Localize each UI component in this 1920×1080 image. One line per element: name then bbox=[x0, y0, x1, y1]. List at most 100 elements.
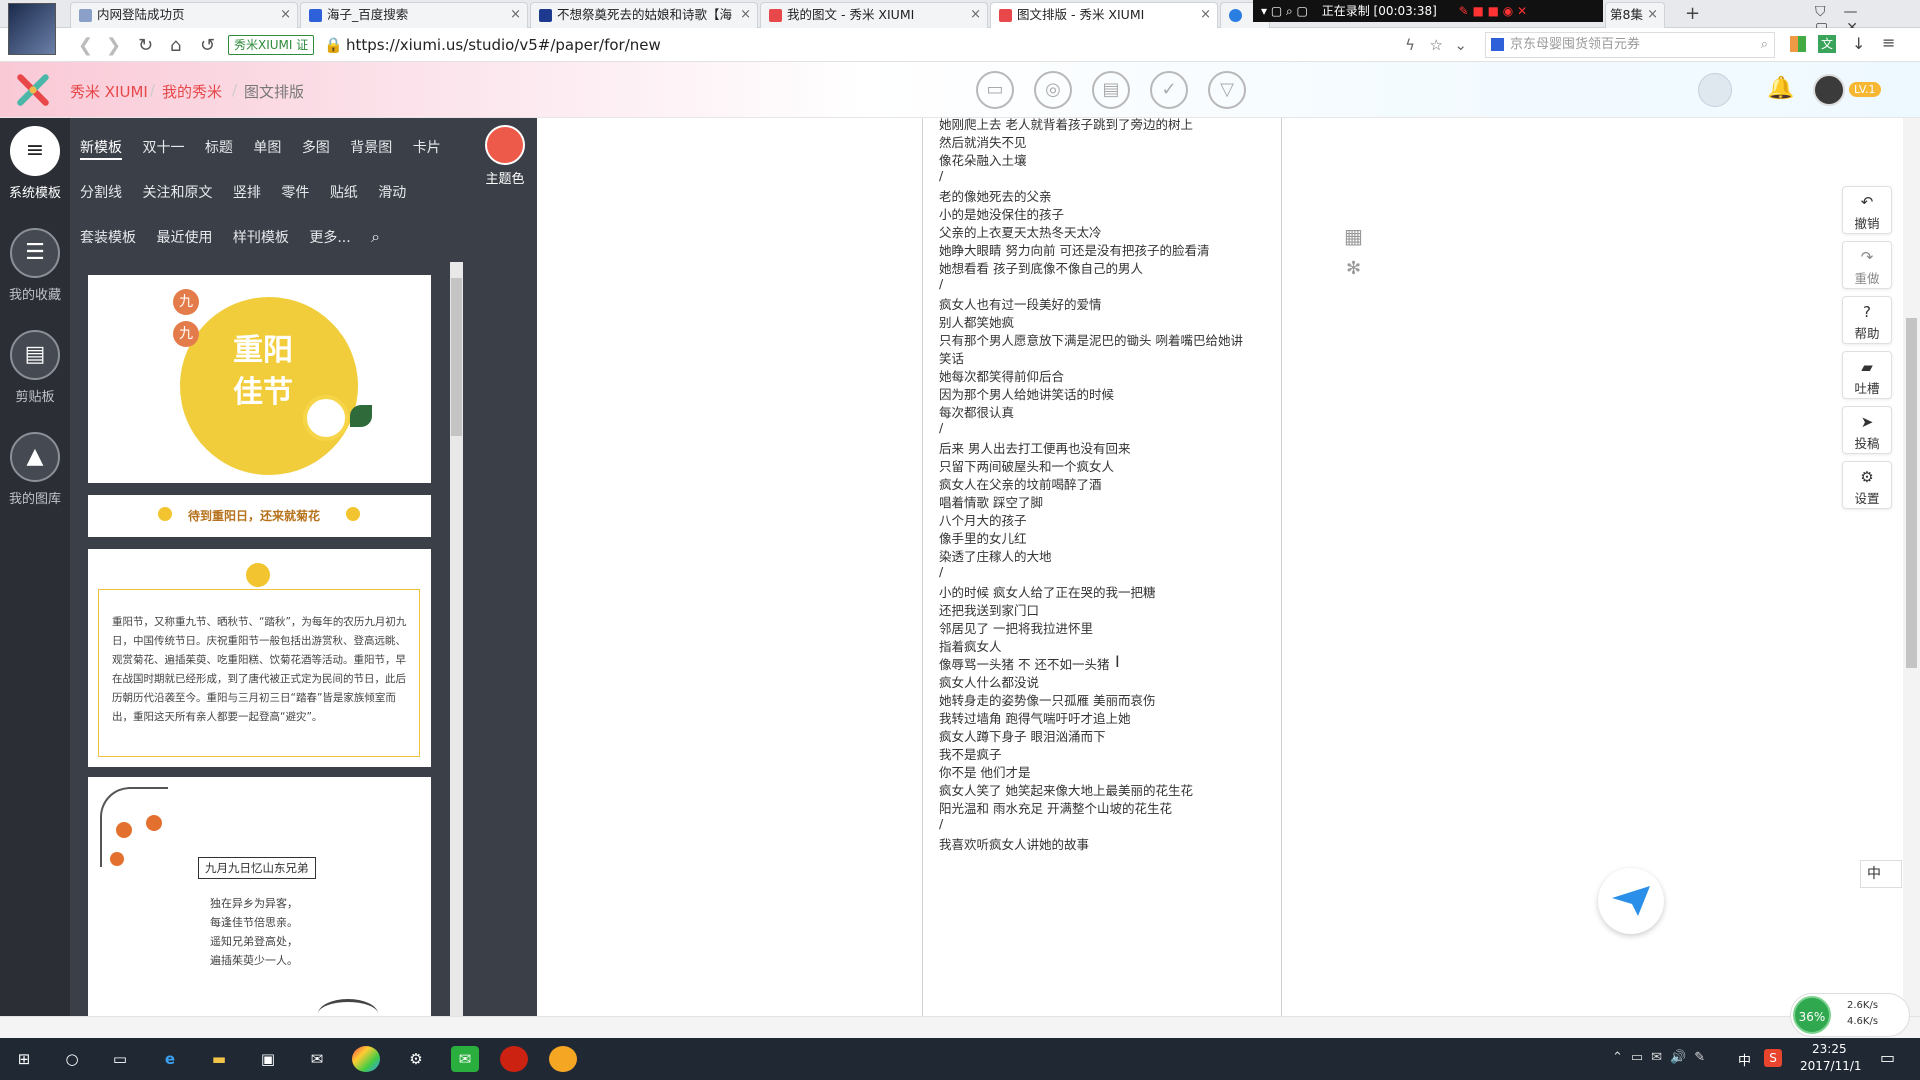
article-line[interactable]: 她想看看 孩子到底像不像自己的男人 bbox=[939, 258, 1143, 277]
windows-start-icon[interactable]: ⊞ bbox=[10, 1046, 38, 1072]
article-line[interactable]: 疯女人什么都没说 bbox=[939, 672, 1039, 691]
article-line[interactable]: 阳光温和 雨水充足 开满整个山坡的花生花 bbox=[939, 798, 1172, 817]
article-line[interactable]: / bbox=[939, 168, 943, 183]
tab-divider[interactable]: 分割线 bbox=[80, 185, 122, 201]
tab-double-eleven[interactable]: 双十一 bbox=[142, 140, 184, 156]
back-icon[interactable]: ❮ bbox=[78, 35, 93, 56]
url-field[interactable]: 秀米XIUMI 证 🔒 https://xiumi.us/studio/v5#/… bbox=[228, 32, 1473, 58]
preview-icon[interactable]: ◎ bbox=[1034, 71, 1072, 109]
tray-icons[interactable]: ⌃▭✉🔊✎ bbox=[1612, 1050, 1713, 1065]
close-icon[interactable]: × bbox=[740, 3, 751, 27]
tab-follow[interactable]: 关注和原文 bbox=[142, 185, 212, 201]
recorder-icon[interactable] bbox=[500, 1046, 528, 1072]
store-icon[interactable]: ▣ bbox=[254, 1046, 282, 1072]
tab-suite-templates[interactable]: 套装模板 bbox=[80, 230, 136, 246]
check-icon[interactable]: ✓ bbox=[1150, 71, 1188, 109]
tab-recent[interactable]: 最近使用 bbox=[156, 230, 212, 246]
browser-tab-3[interactable]: 不想祭奠死去的姑娘和诗歌【海 × bbox=[530, 2, 758, 28]
settings-button[interactable]: ⚙ 设置 bbox=[1842, 461, 1892, 509]
sync-icon[interactable]: ▽ bbox=[1208, 71, 1246, 109]
article-line[interactable]: / bbox=[939, 420, 943, 435]
tab-multi-image[interactable]: 多图 bbox=[302, 140, 330, 156]
submit-button[interactable]: ➤ 投稿 bbox=[1842, 406, 1892, 454]
article-line[interactable]: 还把我送到家门口 bbox=[939, 600, 1039, 619]
redo-button[interactable]: ↷ 重做 bbox=[1842, 241, 1892, 289]
user-avatar[interactable] bbox=[1813, 74, 1845, 106]
close-icon[interactable]: × bbox=[280, 3, 291, 27]
article-line[interactable]: 因为那个男人给她讲笑话的时候 bbox=[939, 384, 1114, 403]
brand-name[interactable]: 秀米 XIUMI bbox=[70, 81, 148, 102]
close-icon[interactable]: × bbox=[1200, 3, 1211, 27]
article-line[interactable]: 然后就消失不见 bbox=[939, 132, 1027, 151]
sogou-icon[interactable]: S bbox=[1764, 1049, 1782, 1067]
open-folder-icon[interactable]: ▭ bbox=[976, 71, 1014, 109]
article-line[interactable]: 像辱骂一头猪 不 还不如一头猪 bbox=[939, 654, 1109, 673]
theme-color-picker[interactable]: 主题色 bbox=[470, 118, 540, 194]
scrollbar-thumb[interactable] bbox=[451, 278, 462, 436]
sidebar-item-gallery[interactable]: ▲ 我的图库 bbox=[0, 432, 70, 507]
article-line[interactable]: 疯女人也有过一段美好的爱情 bbox=[939, 294, 1102, 313]
search-icon[interactable]: ⌕ bbox=[371, 227, 380, 246]
cortana-icon[interactable]: ○ bbox=[58, 1046, 86, 1072]
article-line[interactable]: 疯女人蹲下身子 眼泪汹涌而下 bbox=[939, 726, 1105, 745]
download-icon[interactable]: ↓ bbox=[1852, 34, 1865, 53]
tab-sample-templates[interactable]: 样刊模板 bbox=[233, 230, 289, 246]
star-icon[interactable]: ☆ bbox=[1430, 32, 1443, 58]
wechat-icon[interactable]: ✉ bbox=[451, 1046, 479, 1072]
scrollbar-thumb[interactable] bbox=[1906, 318, 1917, 668]
save-icon[interactable]: ▤ bbox=[1092, 71, 1130, 109]
browser-tab-5[interactable]: 图文排版 - 秀米 XIUMI × bbox=[990, 2, 1218, 28]
article-page[interactable]: 她刚爬上去 老人就背着孩子跳到了旁边的树上 然后就消失不见 像花朵融入土壤 / 老的像她… bbox=[922, 118, 1282, 1016]
article-line[interactable]: 疯女人笑了 她笑起来像大地上最美丽的花生花 bbox=[939, 780, 1193, 799]
article-line[interactable]: 唱着情歌 踩空了脚 bbox=[939, 492, 1043, 511]
article-line[interactable]: 小的时候 疯女人给了正在哭的我一把糖 bbox=[939, 582, 1155, 601]
search-icon[interactable]: ⌕ bbox=[1761, 33, 1768, 57]
translate-icon[interactable]: 文 bbox=[1818, 35, 1836, 53]
browser-tab-4[interactable]: 我的图文 - 秀米 XIUMI × bbox=[760, 2, 988, 28]
task-view-icon[interactable]: ▭ bbox=[106, 1046, 134, 1072]
chevron-down-icon[interactable]: ⌄ bbox=[1454, 32, 1467, 58]
article-line[interactable]: 别人都笑她疯 bbox=[939, 312, 1014, 331]
template-card-caption[interactable]: 待到重阳日，还来就菊花 bbox=[88, 495, 431, 537]
sidebar-item-favorites[interactable]: ☰ 我的收藏 bbox=[0, 228, 70, 303]
browser-tab-1[interactable]: 内网登陆成功页 × bbox=[70, 2, 298, 28]
layout-grid-icon[interactable]: ▦ bbox=[1344, 224, 1363, 248]
tab-slide[interactable]: 滑动 bbox=[378, 185, 406, 201]
taskbar-ime[interactable]: 中 bbox=[1738, 1050, 1751, 1069]
browser-avatar[interactable] bbox=[8, 3, 56, 55]
tab-card[interactable]: 卡片 bbox=[413, 140, 441, 156]
template-card-intro[interactable]: 重阳节，又称重九节、晒秋节、“踏秋”，为每年的农历九月初九日，中国传统节日。庆祝… bbox=[88, 549, 431, 767]
bell-icon[interactable]: 🔔 bbox=[1767, 76, 1794, 101]
article-line[interactable]: / bbox=[939, 276, 943, 291]
sidebar-item-clipboard[interactable]: ▤ 剪贴板 bbox=[0, 330, 70, 405]
undo-nav-icon[interactable]: ↺ bbox=[200, 35, 215, 56]
cloud-avatar[interactable] bbox=[1698, 73, 1732, 107]
tab-new-templates[interactable]: 新模板 bbox=[80, 140, 122, 160]
edge-icon[interactable]: e bbox=[156, 1046, 184, 1072]
article-line[interactable]: 你不是 他们才是 bbox=[939, 762, 1030, 781]
article-line[interactable]: 小的是她没保住的孩子 bbox=[939, 204, 1064, 223]
color-app-icon[interactable] bbox=[352, 1046, 380, 1072]
browser-tab-7[interactable]: 第8集 × bbox=[1605, 2, 1665, 28]
undo-button[interactable]: ↶ 撤销 bbox=[1842, 186, 1892, 234]
article-line[interactable]: 八个月大的孩子 bbox=[939, 510, 1027, 529]
article-line[interactable]: 只留下两间破屋头和一个疯女人 bbox=[939, 456, 1114, 475]
help-button[interactable]: ? 帮助 bbox=[1842, 296, 1892, 344]
tab-vertical[interactable]: 竖排 bbox=[233, 185, 261, 201]
article-line[interactable]: 邻居见了 一把将我拉进怀里 bbox=[939, 618, 1093, 637]
sidebar-item-system-templates[interactable]: ≡ 系统模板 bbox=[0, 126, 70, 201]
article-line[interactable]: 她每次都笑得前仰后合 bbox=[939, 366, 1064, 385]
notification-icon[interactable]: ▭ bbox=[1880, 1048, 1895, 1067]
article-line[interactable]: 疯女人在父亲的坟前喝醉了酒 bbox=[939, 474, 1102, 493]
article-line[interactable]: 后来 男人出去打工便再也没有回来 bbox=[939, 438, 1130, 457]
article-line[interactable]: 指着疯女人 bbox=[939, 636, 1002, 655]
tab-more[interactable]: 更多... bbox=[309, 230, 350, 246]
article-line[interactable]: 父亲的上衣夏天太热冬天太冷 bbox=[939, 222, 1102, 241]
browser-app-icon[interactable] bbox=[549, 1046, 577, 1072]
template-card-chongyang[interactable]: 九 九 重阳 佳节 bbox=[88, 275, 431, 483]
article-line[interactable]: 我转过墙角 跑得气喘吁吁才追上她 bbox=[939, 708, 1130, 727]
new-tab-button[interactable]: + bbox=[1685, 3, 1700, 24]
tab-background-image[interactable]: 背景图 bbox=[350, 140, 392, 156]
browser-search-input[interactable]: 京东母婴囤货领百元券 ⌕ bbox=[1485, 32, 1775, 58]
snowflake-icon[interactable]: ✻ bbox=[1346, 258, 1361, 279]
